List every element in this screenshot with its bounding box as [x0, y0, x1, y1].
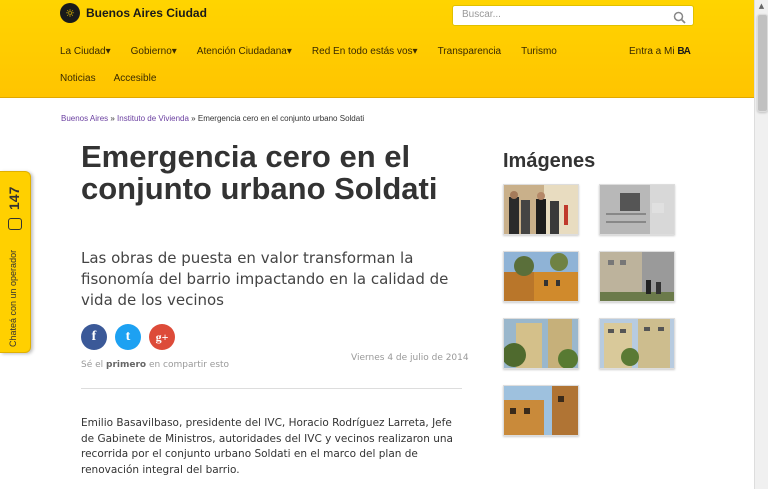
- chat-number: 147: [6, 186, 22, 210]
- breadcrumb-current: Emergencia cero en el conjunto urbano So…: [197, 114, 365, 123]
- login-brand: BA: [677, 46, 690, 57]
- nav-item-atencion-ciudadana[interactable]: Atención Ciudadana▾: [197, 46, 292, 57]
- nav-item-transparencia[interactable]: Transparencia: [438, 46, 502, 57]
- nav-item-red[interactable]: Red En todo estás vos▾: [312, 46, 418, 57]
- article-title: Emergencia cero en el conjunto urbano So…: [81, 139, 438, 206]
- twitter-share-button[interactable]: t: [115, 324, 141, 350]
- breadcrumb-home[interactable]: Buenos Aires: [61, 114, 108, 123]
- chat-operator-tab[interactable]: 147 Chateá con un operador: [0, 171, 31, 353]
- nav-item-gobierno[interactable]: Gobierno▾: [131, 46, 177, 57]
- gallery-thumbnail-5[interactable]: [503, 318, 579, 369]
- twitter-icon: t: [125, 329, 131, 344]
- site-logo[interactable]: ☼ Buenos Aires Ciudad: [60, 3, 207, 23]
- chat-label: Chateá con un operador: [8, 249, 18, 347]
- breadcrumb-section[interactable]: Instituto de Vivienda: [117, 114, 189, 123]
- nav-item-noticias[interactable]: Noticias: [60, 73, 96, 84]
- chat-bubble-icon: [8, 218, 22, 230]
- scroll-up-icon[interactable]: ▲: [757, 2, 766, 11]
- gallery-thumbnail-4[interactable]: [599, 251, 675, 302]
- googleplus-icon: g+: [155, 329, 169, 344]
- login-link[interactable]: Entra a Mi BA: [629, 46, 691, 57]
- ba-seal-icon: ☼: [60, 3, 80, 23]
- search-icon[interactable]: [673, 9, 686, 28]
- article-body: Emilio Basavilbaso, presidente del IVC, …: [81, 417, 453, 476]
- logo-text: Buenos Aires Ciudad: [86, 6, 207, 20]
- article-subtitle: Las obras de puesta en valor transforman…: [81, 249, 449, 309]
- nav-item-turismo[interactable]: Turismo: [521, 46, 557, 57]
- social-share-buttons: f t g+: [81, 324, 175, 350]
- breadcrumb-separator: »: [188, 114, 198, 123]
- breadcrumb: Buenos Aires » Instituto de Vivienda » E…: [61, 114, 364, 123]
- gallery-thumbnail-2[interactable]: [599, 184, 675, 235]
- scrollbar-thumb[interactable]: [757, 14, 768, 112]
- article-date: Viernes 4 de julio de 2014: [351, 353, 469, 363]
- share-count-text: Sé el primero en compartir esto: [81, 360, 230, 370]
- facebook-icon: f: [91, 329, 97, 344]
- gallery-thumbnail-6[interactable]: [599, 318, 675, 369]
- site-header: ☼ Buenos Aires Ciudad Buscar... La Ciuda…: [0, 0, 755, 98]
- login-label: Entra a Mi: [629, 46, 675, 57]
- main-nav: La Ciudad▾ Gobierno▾ Atención Ciudadana▾…: [60, 46, 577, 57]
- search-input[interactable]: Buscar...: [452, 5, 694, 26]
- search-placeholder: Buscar...: [462, 9, 501, 20]
- facebook-share-button[interactable]: f: [81, 324, 107, 350]
- secondary-nav: Noticias Accesible: [60, 73, 174, 84]
- gallery-thumbnail-3[interactable]: [503, 251, 579, 302]
- divider: [81, 388, 462, 389]
- page-scrollbar[interactable]: ▲: [754, 0, 768, 489]
- gallery-thumbnail-1[interactable]: [503, 184, 579, 235]
- nav-item-accesible[interactable]: Accesible: [114, 73, 157, 84]
- nav-item-la-ciudad[interactable]: La Ciudad▾: [60, 46, 111, 57]
- breadcrumb-separator: »: [108, 114, 118, 123]
- gallery-thumbnail-7[interactable]: [503, 385, 579, 436]
- images-heading: Imágenes: [503, 150, 596, 172]
- googleplus-share-button[interactable]: g+: [149, 324, 175, 350]
